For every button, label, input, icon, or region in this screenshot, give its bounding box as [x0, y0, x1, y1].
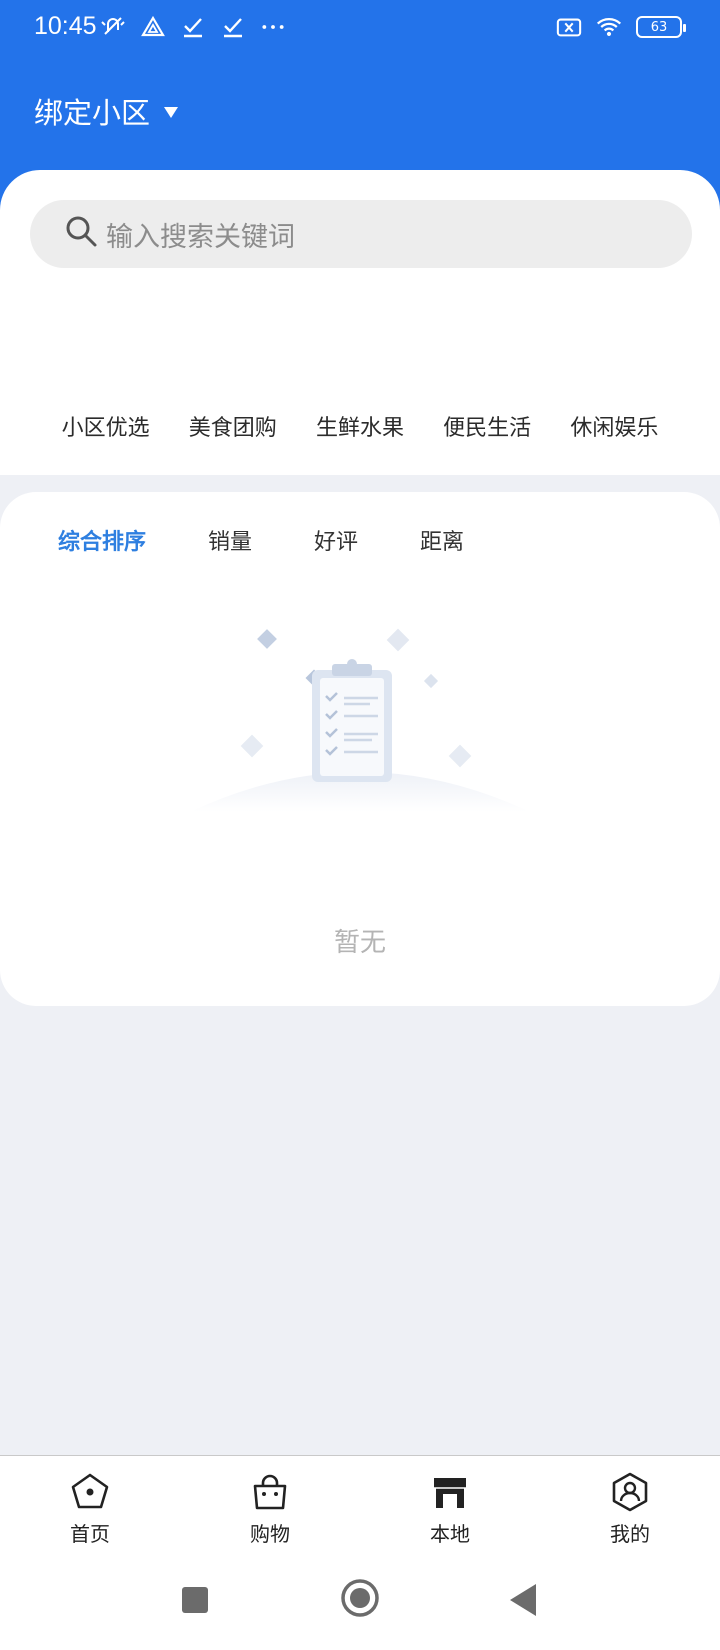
check-icon — [220, 14, 246, 40]
search-category-card: 输入搜索关键词 小区优选 美食团购 生鲜水果 便民生活 休闲娱乐 — [0, 170, 720, 475]
nav-item-mine[interactable]: 我的 — [540, 1456, 720, 1565]
community-selector[interactable]: 绑定小区 — [34, 90, 179, 132]
category-item[interactable]: 生鲜水果 — [316, 410, 404, 442]
nav-label: 购物 — [250, 1522, 290, 1546]
nav-label: 本地 — [430, 1522, 470, 1546]
nav-label: 我的 — [610, 1522, 650, 1546]
category-item[interactable]: 便民生活 — [443, 410, 531, 442]
store-icon — [428, 1470, 472, 1514]
recent-apps-button[interactable] — [180, 1585, 210, 1619]
nav-item-shopping[interactable]: 购物 — [180, 1456, 360, 1565]
status-bar: 10:45 63 — [0, 0, 720, 56]
list-card: 综合排序 销量 好评 距离 暂无 — [0, 492, 720, 1006]
more-icon — [260, 14, 286, 40]
nav-item-local[interactable]: 本地 — [360, 1456, 540, 1565]
back-button[interactable] — [508, 1582, 538, 1622]
category-item[interactable]: 美食团购 — [189, 410, 277, 442]
category-row: 小区优选 美食团购 生鲜水果 便民生活 休闲娱乐 — [0, 410, 720, 442]
sort-tab-rating[interactable]: 好评 — [314, 524, 358, 556]
wifi-icon — [596, 14, 622, 40]
silent-icon — [100, 14, 126, 40]
sort-tab-comprehensive[interactable]: 综合排序 — [58, 524, 146, 556]
battery-icon: 63 — [636, 16, 686, 38]
empty-state-text: 暂无 — [333, 928, 386, 958]
caret-down-icon — [164, 106, 179, 118]
search-icon — [64, 214, 100, 254]
sim-off-icon — [556, 14, 582, 40]
nav-label: 首页 — [70, 1522, 110, 1546]
sort-tab-distance[interactable]: 距离 — [420, 524, 464, 556]
battery-level: 63 — [650, 19, 668, 35]
category-item[interactable]: 小区优选 — [62, 410, 150, 442]
status-icons-right: 63 — [556, 14, 686, 40]
drive-icon — [140, 14, 166, 40]
home-button[interactable] — [340, 1578, 380, 1622]
sort-tab-sales[interactable]: 销量 — [208, 524, 252, 556]
bottom-nav: 首页 购物 本地 我的 — [0, 1455, 720, 1565]
shopping-bag-icon — [248, 1470, 292, 1514]
system-nav-bar — [0, 1565, 720, 1650]
sort-tabs: 综合排序 销量 好评 距离 — [58, 524, 526, 556]
community-label: 绑定小区 — [34, 96, 151, 130]
search-placeholder: 输入搜索关键词 — [106, 221, 295, 253]
nav-item-home[interactable]: 首页 — [0, 1456, 180, 1565]
status-icons-left — [100, 14, 286, 40]
status-time: 10:45 — [34, 12, 97, 40]
home-pentagon-icon — [68, 1470, 112, 1514]
check-icon — [180, 14, 206, 40]
user-profile-icon — [608, 1470, 652, 1514]
search-input[interactable]: 输入搜索关键词 — [30, 200, 692, 268]
category-item[interactable]: 休闲娱乐 — [570, 410, 658, 442]
clipboard-empty-icon — [190, 612, 530, 832]
